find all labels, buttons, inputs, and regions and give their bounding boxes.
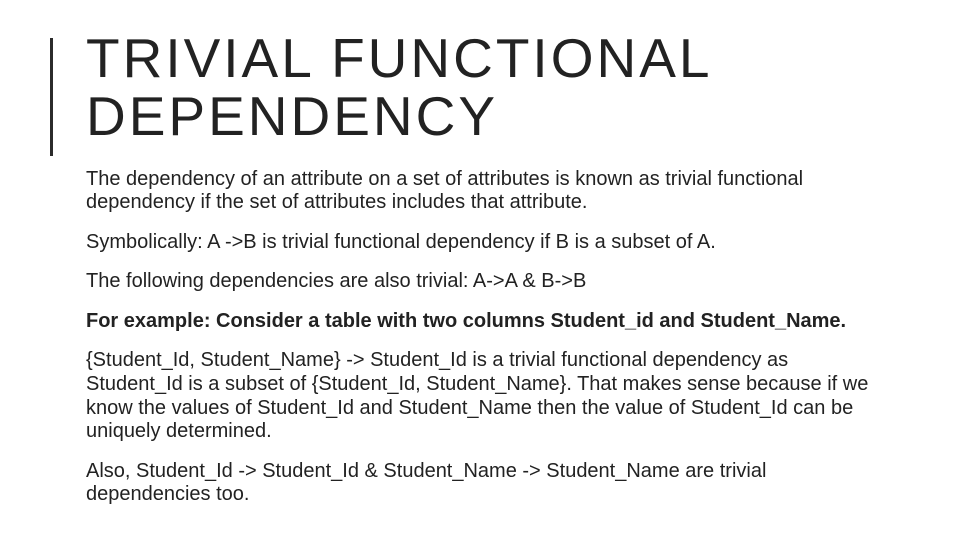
paragraph-also-trivial: The following dependencies are also triv… — [86, 270, 890, 294]
paragraph-example-intro: For example: Consider a table with two c… — [86, 310, 890, 334]
paragraph-symbolic: Symbolically: A ->B is trivial functiona… — [86, 231, 890, 255]
slide-title: TRIVIAL FUNCTIONAL DEPENDENCY — [50, 30, 900, 146]
paragraph-also: Also, Student_Id -> Student_Id & Student… — [86, 460, 890, 507]
paragraph-example-detail: {Student_Id, Student_Name} -> Student_Id… — [86, 349, 890, 443]
title-accent-rule — [50, 38, 53, 156]
slide: TRIVIAL FUNCTIONAL DEPENDENCY The depend… — [0, 0, 960, 540]
paragraph-definition: The dependency of an attribute on a set … — [86, 168, 890, 215]
slide-body: The dependency of an attribute on a set … — [50, 168, 900, 508]
